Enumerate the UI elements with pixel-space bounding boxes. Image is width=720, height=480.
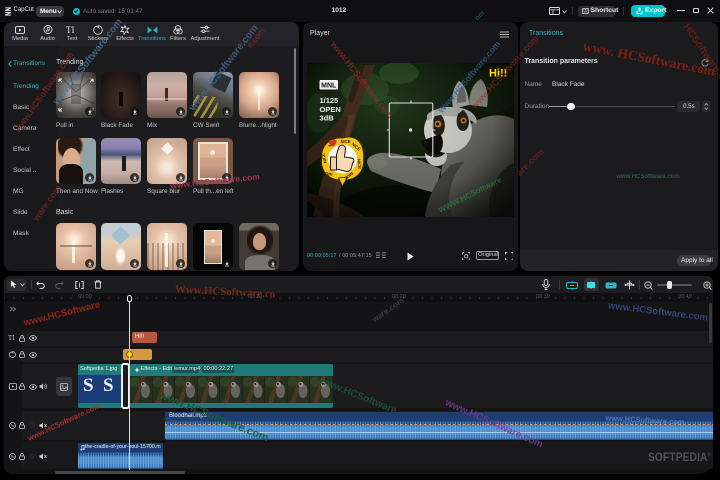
svg-text:NICE: NICE [322,171,333,177]
svg-text:NICE: NICE [356,159,362,170]
svg-text:NICE: NICE [340,139,350,144]
svg-text:3dB: 3dB [319,114,334,123]
svg-text:Hi!!: Hi!! [489,68,507,80]
svg-text:MNL: MNL [321,82,337,89]
svg-text:OPEN: OPEN [319,105,340,114]
svg-text:1/125: 1/125 [319,96,338,105]
